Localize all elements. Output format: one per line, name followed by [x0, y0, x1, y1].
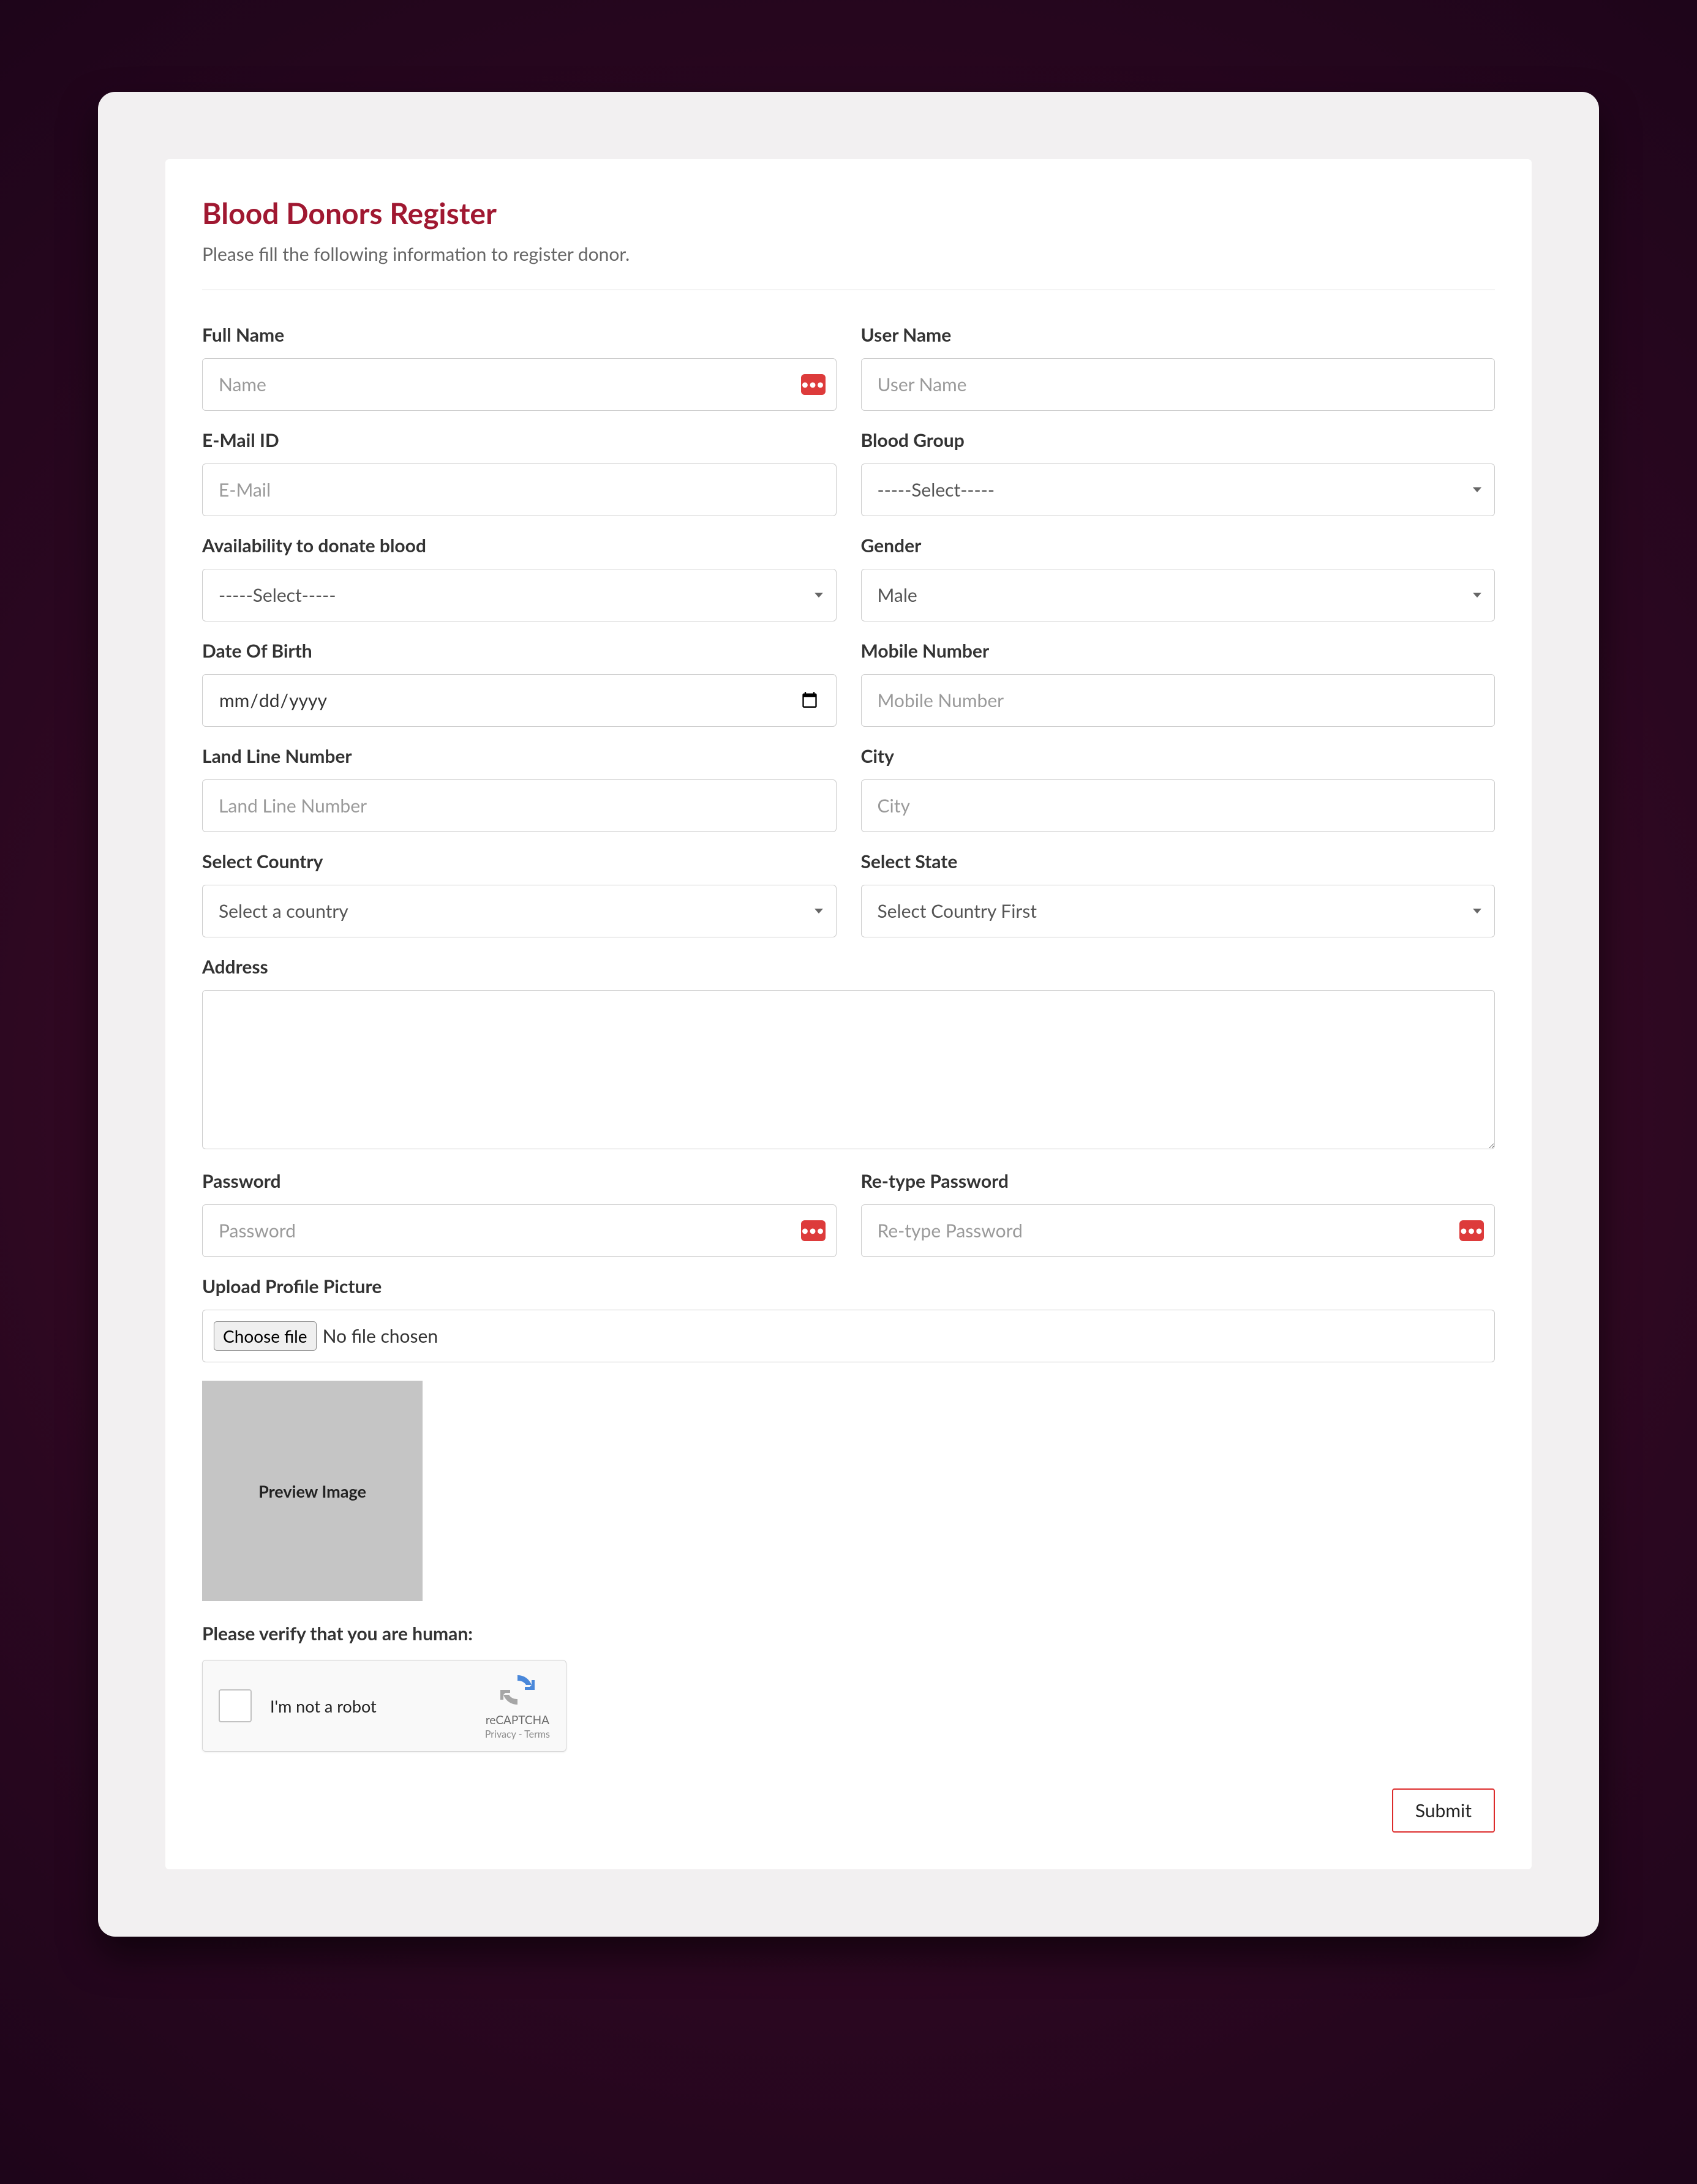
- captcha-label: Please verify that you are human:: [202, 1623, 1495, 1645]
- password-manager-icon[interactable]: •••: [801, 1220, 826, 1241]
- retype-password-label: Re-type Password: [861, 1170, 1496, 1192]
- choose-file-button[interactable]: Choose file: [214, 1321, 317, 1351]
- blood-group-select[interactable]: -----Select-----: [861, 463, 1496, 516]
- city-input[interactable]: [861, 779, 1496, 832]
- recaptcha-branding: reCAPTCHA Privacy - Terms: [485, 1672, 550, 1740]
- file-status-text: No file chosen: [323, 1325, 438, 1347]
- preview-image-text: Preview Image: [258, 1481, 366, 1501]
- availability-select[interactable]: -----Select-----: [202, 569, 837, 621]
- gender-select[interactable]: Male: [861, 569, 1496, 621]
- blood-group-label: Blood Group: [861, 429, 1496, 451]
- email-label: E-Mail ID: [202, 429, 837, 451]
- country-label: Select Country: [202, 850, 837, 872]
- upload-label: Upload Profile Picture: [202, 1275, 1495, 1297]
- gender-label: Gender: [861, 535, 1496, 557]
- address-label: Address: [202, 956, 1495, 978]
- state-select[interactable]: Select Country First: [861, 885, 1496, 937]
- file-input-row[interactable]: Choose file No file chosen: [202, 1310, 1495, 1362]
- user-name-label: User Name: [861, 324, 1496, 346]
- dob-input[interactable]: [202, 674, 837, 727]
- page-title: Blood Donors Register: [202, 196, 1495, 231]
- password-input[interactable]: [202, 1204, 837, 1257]
- address-textarea[interactable]: [202, 990, 1495, 1149]
- mobile-label: Mobile Number: [861, 640, 1496, 662]
- submit-button[interactable]: Submit: [1392, 1788, 1495, 1833]
- landline-label: Land Line Number: [202, 745, 837, 767]
- recaptcha-text: I'm not a robot: [270, 1696, 485, 1716]
- password-manager-icon[interactable]: •••: [1459, 1220, 1484, 1241]
- landline-input[interactable]: [202, 779, 837, 832]
- page-subtitle: Please fill the following information to…: [202, 243, 1495, 290]
- state-label: Select State: [861, 850, 1496, 872]
- password-label: Password: [202, 1170, 837, 1192]
- preview-image-box: Preview Image: [202, 1381, 423, 1601]
- outer-card: Blood Donors Register Please fill the fo…: [98, 92, 1599, 1937]
- password-manager-icon[interactable]: •••: [801, 374, 826, 395]
- dob-label: Date Of Birth: [202, 640, 837, 662]
- full-name-label: Full Name: [202, 324, 837, 346]
- recaptcha-icon: [485, 1672, 550, 1711]
- availability-label: Availability to donate blood: [202, 535, 837, 557]
- city-label: City: [861, 745, 1496, 767]
- country-select[interactable]: Select a country: [202, 885, 837, 937]
- recaptcha-links[interactable]: Privacy - Terms: [485, 1728, 550, 1740]
- recaptcha-checkbox[interactable]: [219, 1689, 252, 1722]
- user-name-input[interactable]: [861, 358, 1496, 411]
- mobile-input[interactable]: [861, 674, 1496, 727]
- recaptcha-brand: reCAPTCHA: [485, 1713, 550, 1727]
- full-name-input[interactable]: [202, 358, 837, 411]
- form-card: Blood Donors Register Please fill the fo…: [165, 159, 1532, 1869]
- retype-password-input[interactable]: [861, 1204, 1496, 1257]
- recaptcha-widget[interactable]: I'm not a robot reCAPTCHA Privacy - Term…: [202, 1660, 566, 1752]
- email-input[interactable]: [202, 463, 837, 516]
